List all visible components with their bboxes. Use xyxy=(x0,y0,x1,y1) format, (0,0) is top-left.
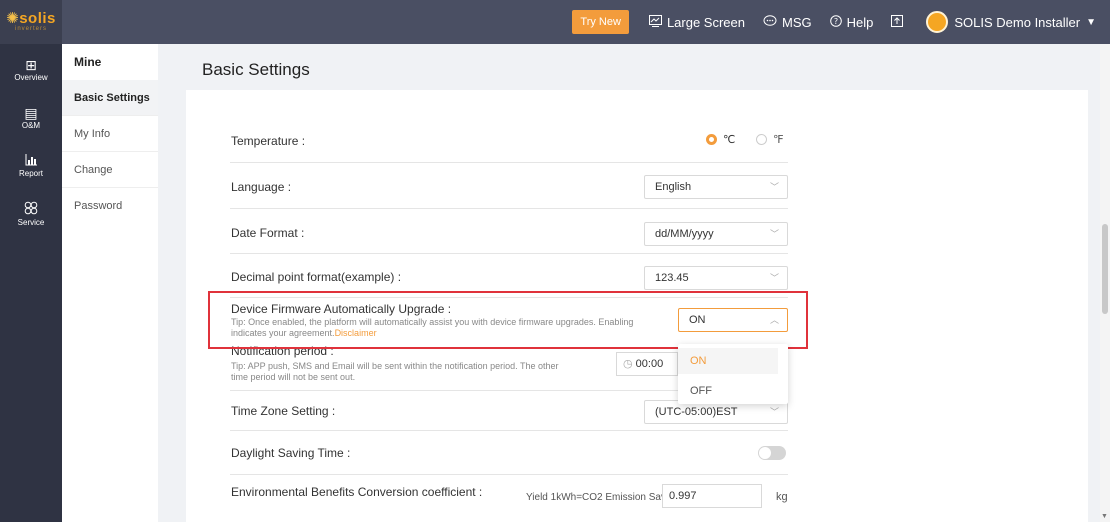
nav-item-om[interactable]: ▤ O&M xyxy=(0,96,62,140)
grid-icon: ⊞ xyxy=(25,57,37,73)
co2-coefficient-value: 0.997 xyxy=(669,490,697,502)
nav-item-overview[interactable]: ⊞ Overview xyxy=(0,48,62,92)
toggle-knob xyxy=(759,447,771,459)
chevron-down-icon: ﹀ xyxy=(769,273,779,283)
monitor-chart-icon xyxy=(648,14,662,30)
nav-item-report[interactable]: Report xyxy=(0,144,62,188)
time-zone-value: (UTC-05:00)EST xyxy=(655,406,738,418)
notification-tip: Tip: APP push, SMS and Email will be sen… xyxy=(231,361,559,383)
chevron-down-icon: ﹀ xyxy=(769,229,779,239)
scroll-down-icon[interactable]: ▼ xyxy=(1101,513,1108,520)
option-on[interactable]: ON xyxy=(678,348,778,374)
fahrenheit-label: ℉ xyxy=(773,134,784,146)
chevron-down-icon: ﹀ xyxy=(769,182,779,192)
user-name: SOLIS Demo Installer xyxy=(954,14,1081,30)
date-format-label: Date Format : xyxy=(231,226,305,240)
nav-label: Service xyxy=(17,217,45,227)
decimal-format-value: 123.45 xyxy=(655,272,689,284)
svg-text:?: ? xyxy=(834,17,838,26)
decimal-format-label: Decimal point format(example) : xyxy=(231,270,402,284)
submenu-item-basic-settings[interactable]: Basic Settings xyxy=(62,80,158,116)
msg-label: MSG xyxy=(782,14,812,30)
radio-selected-icon xyxy=(706,134,717,145)
firmware-options-dropdown: ON OFF xyxy=(678,344,788,404)
logo-text: solis xyxy=(19,10,56,27)
submenu-item-my-info[interactable]: My Info xyxy=(62,116,158,152)
celsius-label: ℃ xyxy=(723,134,736,146)
user-menu[interactable]: SOLIS Demo Installer ▼ xyxy=(926,11,1096,33)
notification-start-time[interactable]: ◷ 00:00 xyxy=(616,352,678,376)
temp-unit-c-radio[interactable]: ℃ xyxy=(706,133,735,146)
unit-label: kg xyxy=(776,491,788,503)
decimal-format-select[interactable]: 123.45 ﹀ xyxy=(644,266,788,290)
logo-subtext: inverters xyxy=(14,26,47,32)
settings-submenu: Mine Basic Settings My Info Change Passw… xyxy=(62,44,158,522)
nav-label: Report xyxy=(18,169,43,178)
try-new-button[interactable]: Try New xyxy=(572,10,629,34)
chevron-down-icon: ﹀ xyxy=(769,407,779,417)
daylight-saving-label: Daylight Saving Time : xyxy=(231,446,351,460)
language-label: Language : xyxy=(231,180,292,194)
option-off[interactable]: OFF xyxy=(678,378,788,404)
msg-button[interactable]: MSG xyxy=(763,15,812,30)
daylight-saving-row: Daylight Saving Time : xyxy=(230,431,788,475)
language-select[interactable]: English ﹀ xyxy=(644,175,788,199)
submenu-title: Mine xyxy=(74,55,102,69)
notification-tip-line2: time period will not be sent out. xyxy=(231,372,356,382)
yield-label: Yield 1kWh=CO2 Emission Saved xyxy=(526,492,678,503)
nav-label: O&M xyxy=(21,121,41,130)
help-label: Help xyxy=(846,14,874,30)
time-zone-label: Time Zone Setting : xyxy=(231,404,336,418)
left-nav: ⊞ Overview ▤ O&M Report Service xyxy=(0,44,62,522)
temp-unit-f-radio[interactable]: ℉ xyxy=(756,133,783,146)
language-row: Language : English ﹀ xyxy=(230,163,788,209)
upload-icon xyxy=(891,14,904,30)
help-circle-icon: ? xyxy=(829,14,842,30)
page-scrollbar[interactable]: ▼ xyxy=(1100,44,1110,522)
clipboard-icon: ▤ xyxy=(24,105,38,121)
temperature-label: Temperature : xyxy=(231,134,306,148)
language-value: English xyxy=(655,181,692,193)
nav-item-service[interactable]: Service xyxy=(0,192,62,236)
sun-logo-icon: ✺ xyxy=(6,10,20,27)
top-bar: ✺solis inverters Try New Large Screen MS… xyxy=(0,0,1110,44)
clock-icon: ◷ xyxy=(623,358,633,370)
solis-logo[interactable]: ✺solis inverters xyxy=(0,0,62,44)
date-format-select[interactable]: dd/MM/yyyy ﹀ xyxy=(644,222,788,246)
env-benefits-label: Environmental Benefits Conversion coeffi… xyxy=(231,485,483,499)
large-screen-button[interactable]: Large Screen xyxy=(648,14,745,30)
nav-label: Overview xyxy=(14,73,48,82)
upload-button[interactable] xyxy=(891,14,908,30)
notification-start-value: 00:00 xyxy=(635,358,664,370)
date-format-value: dd/MM/yyyy xyxy=(655,228,714,240)
env-benefits-row: Environmental Benefits Conversion coeffi… xyxy=(230,475,788,522)
help-button[interactable]: ? Help xyxy=(829,14,874,30)
submenu-item-change-password[interactable]: Change Password xyxy=(62,152,158,212)
notification-tip-line1: Tip: APP push, SMS and Email will be sen… xyxy=(231,361,559,371)
service-icon xyxy=(24,201,38,218)
temperature-row: Temperature : ℃ ℉ xyxy=(230,120,788,163)
scroll-thumb[interactable] xyxy=(1102,224,1108,314)
co2-coefficient-input[interactable]: 0.997 xyxy=(662,484,762,508)
radio-unselected-icon xyxy=(756,134,767,145)
large-screen-label: Large Screen xyxy=(666,14,745,30)
page-title: Basic Settings xyxy=(202,60,310,79)
bar-chart-icon xyxy=(25,153,38,169)
caret-down-icon: ▼ xyxy=(1086,16,1096,28)
daylight-saving-toggle[interactable] xyxy=(758,446,786,460)
date-format-row: Date Format : dd/MM/yyyy ﹀ xyxy=(230,209,788,254)
avatar xyxy=(926,11,949,33)
message-icon xyxy=(763,14,777,30)
highlight-box xyxy=(208,291,808,349)
